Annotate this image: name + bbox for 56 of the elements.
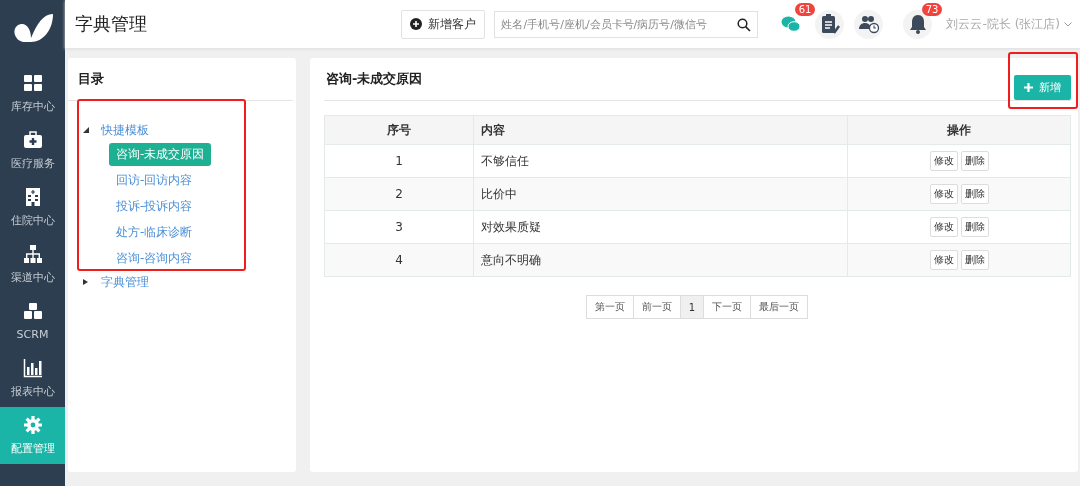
nav-item[interactable]: 报表中心 xyxy=(0,350,65,407)
nav-item[interactable]: 住院中心 xyxy=(0,179,65,236)
panel-title: 咨询-未成交原因 xyxy=(326,70,423,88)
grid-icon xyxy=(22,73,43,93)
collapsed-triangle-icon[interactable] xyxy=(83,279,89,285)
row-action-button[interactable]: 修改 xyxy=(929,250,958,270)
clipboard-icon[interactable] xyxy=(815,9,845,39)
count-badge: 61 xyxy=(794,2,816,16)
page-button[interactable]: 前一页 xyxy=(632,295,681,319)
bar-chart-icon xyxy=(22,358,43,378)
row-action-button[interactable]: 删除 xyxy=(960,151,989,171)
table-cell: 对效果质疑 xyxy=(473,210,848,244)
sitemap-icon xyxy=(22,244,43,264)
nav-item[interactable]: 库存中心 xyxy=(0,65,65,122)
plus-circle-icon xyxy=(410,18,423,30)
settings-icon xyxy=(22,415,43,435)
table-cell: 4 xyxy=(324,243,474,277)
table-cell: 不够信任 xyxy=(473,144,848,178)
column-header: 序号 xyxy=(324,115,474,145)
page-button[interactable]: 第一页 xyxy=(585,295,634,319)
column-header: 操作 xyxy=(847,115,1071,145)
page-title: 字典管理 xyxy=(75,12,147,36)
row-action-button[interactable]: 删除 xyxy=(960,250,989,270)
row-action-button[interactable]: 修改 xyxy=(929,217,958,237)
tree-node[interactable]: 字典管理 xyxy=(101,273,149,291)
chevron-down-icon xyxy=(1064,21,1072,27)
page-button[interactable]: 最后一页 xyxy=(750,295,809,319)
tree-item[interactable]: 回访-回访内容 xyxy=(109,168,200,192)
column-header: 内容 xyxy=(473,115,848,145)
tree-item[interactable]: 处方-临床诊断 xyxy=(109,220,200,244)
row-action-button[interactable]: 修改 xyxy=(929,184,958,204)
expanded-triangle-icon[interactable] xyxy=(83,127,89,133)
nav-item[interactable]: 渠道中心 xyxy=(0,236,65,293)
count-badge: 73 xyxy=(921,2,943,16)
medkit-icon xyxy=(22,130,43,150)
page-button[interactable]: 下一页 xyxy=(703,295,752,319)
panel-title: 目录 xyxy=(78,70,104,88)
table-cell: 意向不明确 xyxy=(473,243,848,277)
row-action-button[interactable]: 修改 xyxy=(929,151,958,171)
tree-item[interactable]: 咨询-咨询内容 xyxy=(109,246,200,270)
table-cell: 2 xyxy=(324,177,474,211)
table-cell: 比价中 xyxy=(473,177,848,211)
table-cell: 3 xyxy=(324,210,474,244)
row-action-button[interactable]: 删除 xyxy=(960,184,989,204)
nav-item[interactable]: 医疗服务 xyxy=(0,122,65,179)
tree-item[interactable]: 投诉-投诉内容 xyxy=(109,194,200,218)
search-icon[interactable] xyxy=(737,17,752,32)
add-customer-button[interactable]: 新增客户 xyxy=(401,9,486,39)
table-cell: 1 xyxy=(324,144,474,178)
search-field[interactable]: 姓名/手机号/座机/会员卡号/病历号/微信号 xyxy=(494,10,759,38)
nav-item[interactable]: SCRM xyxy=(0,293,65,350)
row-action-button[interactable]: 删除 xyxy=(960,217,989,237)
tree-node[interactable]: 快捷模板 xyxy=(101,121,149,139)
people-icon[interactable] xyxy=(854,9,884,39)
plus-icon xyxy=(1024,82,1033,92)
cubes-icon xyxy=(22,302,43,322)
